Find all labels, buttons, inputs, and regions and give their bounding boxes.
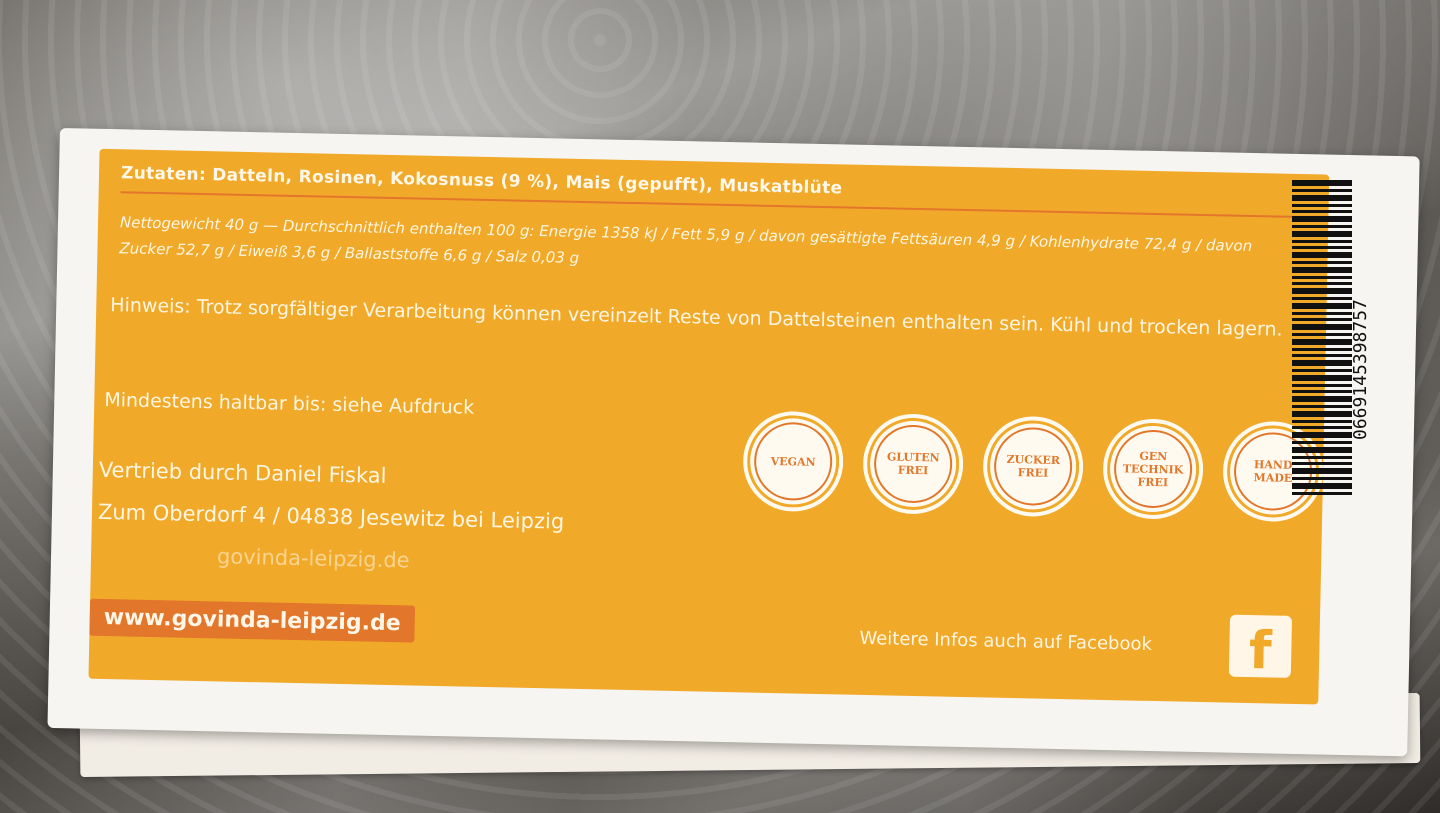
- facebook-icon: f: [1228, 614, 1293, 681]
- product-label: Zutaten: Datteln, Rosinen, Kokosnuss (9 …: [47, 128, 1420, 757]
- ingredients-line: Zutaten: Datteln, Rosinen, Kokosnuss (9 …: [120, 163, 1302, 218]
- badge-row: VEGAN GLUTEN FREI ZUCKER FREI GEN TECHNI…: [742, 410, 1325, 523]
- hint-text: Hinweis: Trotz sorgfältiger Verarbeitung…: [110, 294, 1283, 341]
- badge-gluten-free: GLUTEN FREI: [862, 412, 965, 515]
- facebook-text: Weitere Infos auch auf Facebook: [859, 627, 1153, 655]
- best-before-text: Mindestens haltbar bis: siehe Aufdruck: [104, 388, 475, 419]
- nutrition-facts: Nettogewicht 40 g — Durchschnittlich ent…: [119, 213, 1253, 267]
- barcode: [1292, 180, 1352, 560]
- badge-vegan: VEGAN: [742, 410, 845, 513]
- barcode-number: 0669145398757: [1350, 299, 1371, 441]
- label-orange-panel: Zutaten: Datteln, Rosinen, Kokosnuss (9 …: [88, 148, 1330, 705]
- badge-gmo-free: GEN TECHNIK FREI: [1102, 417, 1205, 521]
- website-link: www.govinda-leipzig.de: [89, 598, 416, 643]
- badge-sugar-free: ZUCKER FREI: [982, 415, 1085, 518]
- distributor-email: govinda-leipzig.de: [216, 544, 410, 573]
- distributor-block: Vertrieb durch Daniel Fiskal Zum Oberdor…: [97, 449, 566, 585]
